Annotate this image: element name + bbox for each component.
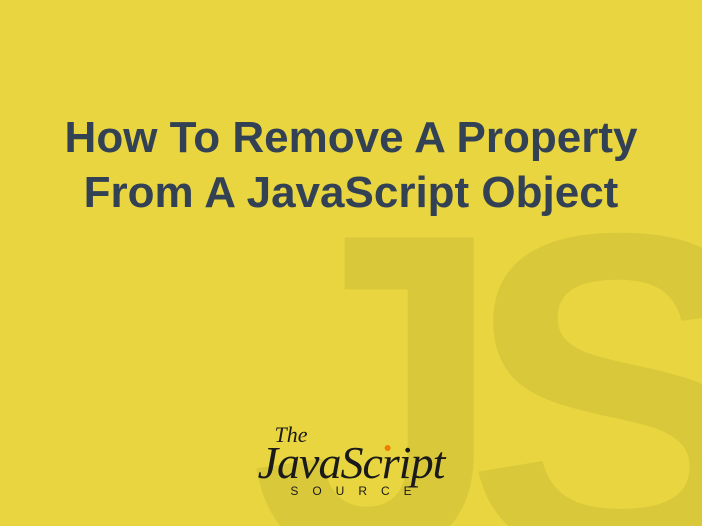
logo-main: JavaScript [258, 443, 445, 482]
article-card: JS How To Remove A Property From A JavaS… [0, 0, 702, 526]
article-title: How To Remove A Property From A JavaScri… [60, 110, 642, 220]
site-logo: The JavaScript SOURCE [258, 426, 445, 496]
logo-dot-icon [384, 445, 390, 451]
logo-main-text: JavaScript [258, 437, 445, 488]
title-container: How To Remove A Property From A JavaScri… [0, 110, 702, 220]
